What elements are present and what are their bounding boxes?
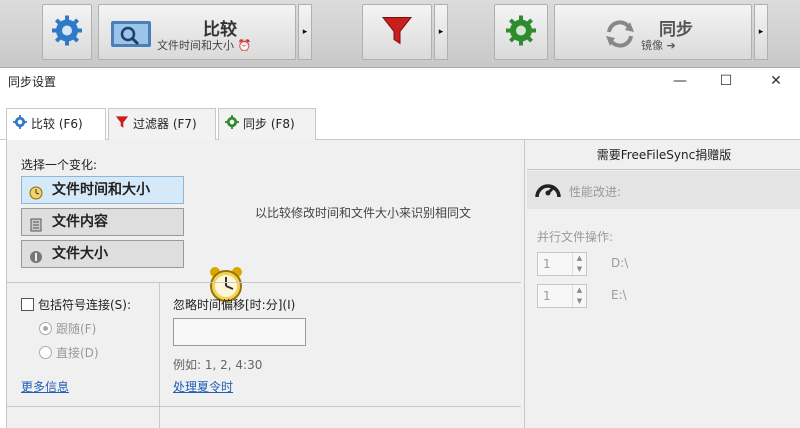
ignore-time-label: 忽略时间偏移[时:分](I) (173, 298, 296, 312)
dialog-title: 同步设置 (8, 75, 57, 89)
more-info-link[interactable]: 更多信息 (21, 378, 69, 395)
variant-time-size-button[interactable]: 文件时间和大小 (21, 176, 184, 204)
spinner-arrows[interactable]: ▲ ▼ (572, 253, 586, 275)
gear-icon (13, 110, 27, 140)
direct-radio[interactable] (39, 346, 52, 359)
file-content-icon (29, 215, 43, 241)
performance-band: 性能改进: (527, 171, 800, 209)
file-size-icon (29, 247, 43, 273)
sync-subtitle: 镜像 ➔ (641, 39, 676, 52)
ignore-time-input[interactable] (173, 318, 306, 346)
tab-sync-label: 同步 (F8) (243, 117, 295, 131)
panel-divider (524, 140, 525, 428)
compare-dropdown-arrow[interactable]: ▸ (298, 4, 312, 60)
filter-button[interactable] (362, 4, 432, 60)
follow-radio[interactable] (39, 322, 52, 335)
variant-hint: 以比较修改时间和文件大小来识别相同文 (255, 206, 472, 220)
speedometer-icon (533, 175, 563, 208)
sync-dropdown-arrow[interactable]: ▸ (754, 4, 768, 60)
filter-funnel-icon (381, 15, 413, 50)
donation-header: 需要FreeFileSync捐赠版 (527, 140, 800, 170)
variant-content-button[interactable]: 文件内容 (21, 208, 184, 236)
tab-compare-label: 比较 (F6) (31, 117, 83, 131)
variant-content-label: 文件内容 (52, 214, 108, 230)
section-divider (7, 282, 521, 283)
tab-compare[interactable]: 比较 (F6) (6, 108, 106, 141)
sync-settings-dialog: 同步设置 — ☐ ✕ 比较 (F6) 过滤器 (F7) 同步 (F8) 选择一个… (0, 68, 800, 428)
tab-sync[interactable]: 同步 (F8) (218, 108, 316, 140)
compare-settings-panel: 选择一个变化: 文件时间和大小 文件内容 文件大小 以比较修改时间和文件大小来识… (6, 140, 800, 428)
tab-filter-label: 过滤器 (F7) (133, 117, 197, 131)
spinner-arrows[interactable]: ▲ ▼ (572, 285, 586, 307)
clock-icon (29, 183, 43, 209)
close-button[interactable]: ✕ (766, 71, 786, 91)
gear-green-icon (225, 110, 239, 140)
compare-magnifier-icon (109, 19, 153, 54)
compare-button[interactable]: 比较 文件时间和大小 ⏰ (98, 4, 296, 60)
tab-filter[interactable]: 过滤器 (F7) (108, 108, 216, 140)
spinner-value: 1 (543, 257, 551, 271)
sync-settings-button[interactable] (494, 4, 548, 60)
example-text: 例如: 1, 2, 4:30 (173, 358, 263, 372)
symlink-checkbox[interactable] (21, 298, 34, 311)
choose-variant-label: 选择一个变化: (21, 158, 98, 172)
parallel-ops-spinner[interactable]: 1 ▲ ▼ (537, 252, 587, 276)
drive-label: E:\ (611, 288, 627, 302)
synchronize-button[interactable]: 同步 镜像 ➔ (554, 4, 752, 60)
dst-link[interactable]: 处理夏令时 (173, 378, 233, 395)
compare-settings-button[interactable] (42, 4, 92, 60)
sync-arrows-icon (603, 17, 637, 54)
dialog-titlebar: 同步设置 — ☐ ✕ (0, 68, 800, 94)
bottom-divider (7, 406, 521, 407)
performance-label: 性能改进: (569, 185, 622, 199)
variant-size-label: 文件大小 (52, 246, 108, 262)
variant-time-size-label: 文件时间和大小 (52, 182, 150, 198)
spinner-value: 1 (543, 289, 551, 303)
settings-tabs: 比较 (F6) 过滤器 (F7) 同步 (F8) (0, 108, 800, 141)
maximize-button[interactable]: ☐ (716, 71, 736, 91)
compare-subtitle: 文件时间和大小 ⏰ (157, 39, 252, 52)
follow-label: 跟随(F) (56, 322, 97, 336)
filter-dropdown-arrow[interactable]: ▸ (434, 4, 448, 60)
parallel-ops-label: 并行文件操作: (537, 230, 614, 244)
clock-icon: ⏰ (237, 39, 252, 52)
gear-green-icon (506, 15, 536, 49)
parallel-ops-spinner[interactable]: 1 ▲ ▼ (537, 284, 587, 308)
main-toolbar: 比较 文件时间和大小 ⏰ ▸ ▸ 同步 镜像 ➔ ▸ (0, 0, 800, 68)
drive-label: D:\ (611, 256, 629, 270)
symlink-label: 包括符号连接(S): (38, 298, 132, 312)
variant-size-button[interactable]: 文件大小 (21, 240, 184, 268)
gear-icon (52, 15, 82, 49)
direct-label: 直接(D) (56, 346, 99, 360)
filter-funnel-icon (115, 110, 129, 140)
minimize-button[interactable]: — (670, 71, 690, 91)
